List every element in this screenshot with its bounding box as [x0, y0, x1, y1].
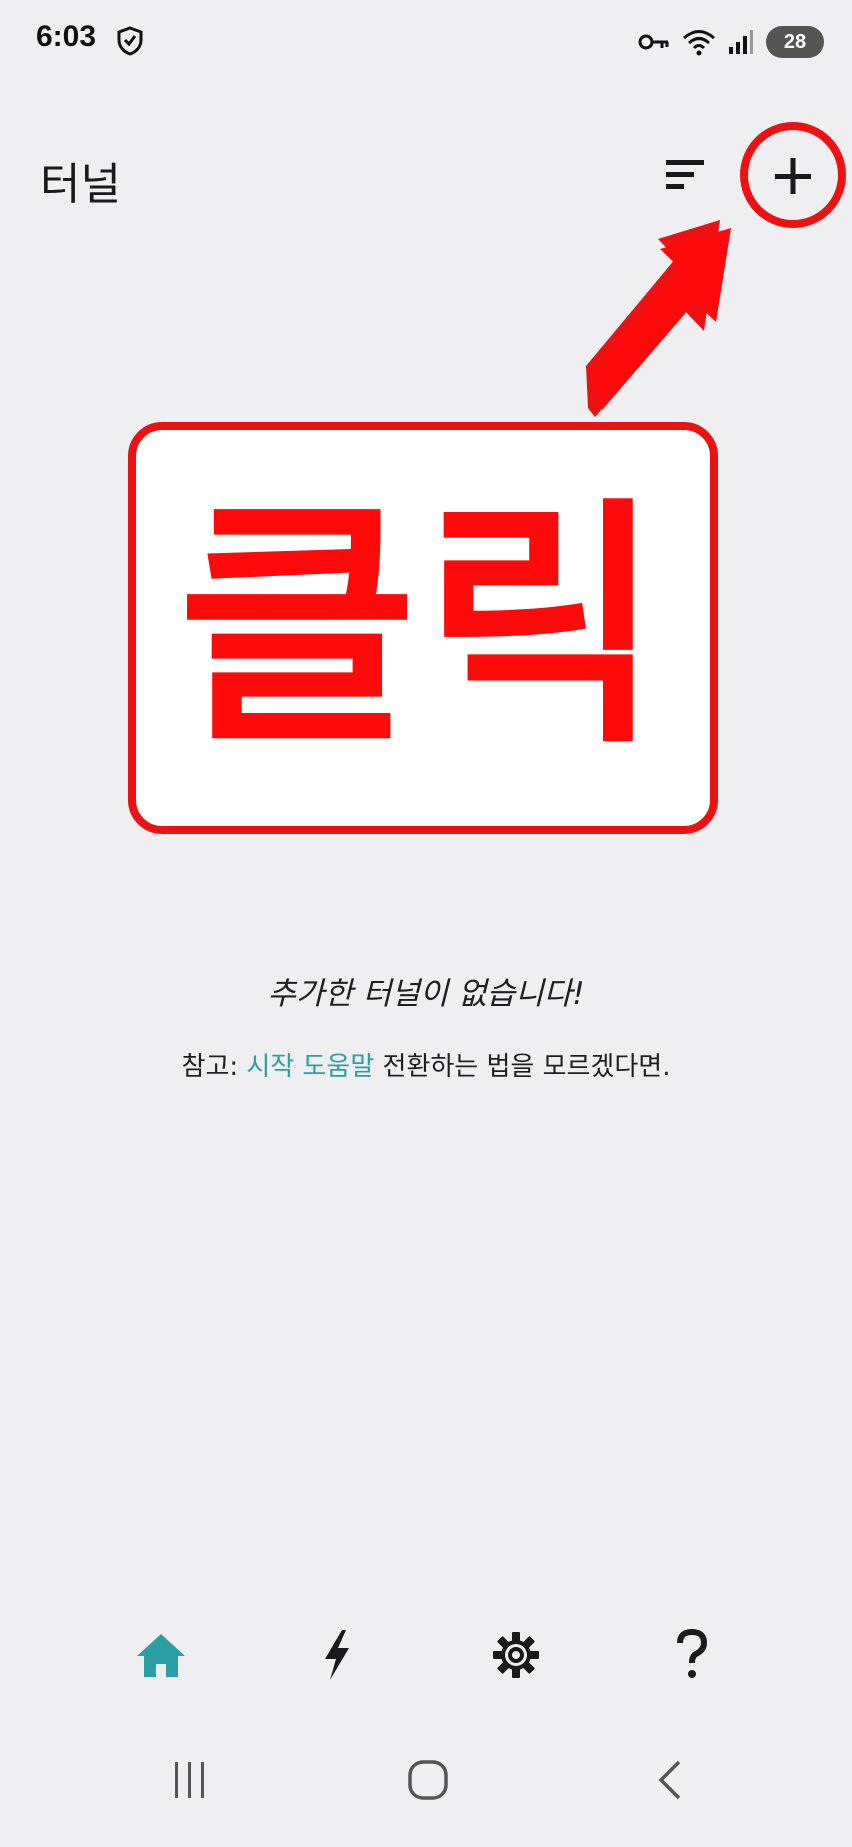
status-icons: 28 [638, 24, 824, 60]
question-icon [677, 1629, 708, 1678]
page-title: 터널 [40, 159, 121, 210]
system-home-button[interactable] [388, 1740, 468, 1820]
system-nav-bar [0, 1740, 852, 1820]
sort-button[interactable] [660, 148, 712, 200]
system-back-button[interactable] [630, 1740, 710, 1820]
battery-icon: 28 [766, 26, 824, 58]
getting-started-link[interactable]: 시작 도움말 [246, 1052, 374, 1082]
status-bar: 6:03 28 [0, 0, 852, 90]
home-icon [137, 1634, 185, 1677]
signal-icon [729, 30, 753, 54]
vpn-key-icon [638, 34, 669, 50]
home-outline-icon [408, 1760, 448, 1800]
empty-state-note: 참고: 시작 도움말 전환하는 법을 모르겠다면. [0, 1046, 852, 1083]
status-time: 6:03 [36, 20, 97, 53]
battery-level: 28 [783, 30, 807, 53]
gear-icon [493, 1632, 539, 1678]
wifi-icon [683, 30, 715, 56]
system-recents-button[interactable] [150, 1740, 230, 1820]
bottom-nav [0, 1620, 852, 1700]
note-suffix: 전환하는 법을 모르겠다면. [374, 1052, 671, 1082]
empty-state-title: 추가한 터널이 없습니다! [267, 976, 585, 1012]
nav-quick-tunnels[interactable] [297, 1620, 377, 1690]
nav-home[interactable] [121, 1620, 201, 1690]
callout-box: 클릭 [128, 422, 718, 834]
note-prefix: 참고: [181, 1052, 247, 1082]
nav-settings[interactable] [476, 1620, 556, 1690]
highlight-circle [740, 122, 846, 228]
shield-icon [117, 26, 143, 56]
nav-help[interactable] [652, 1620, 732, 1690]
bolt-icon [325, 1630, 349, 1680]
callout-text: 클릭 [177, 477, 669, 779]
sort-icon [666, 160, 704, 189]
recents-icon [175, 1762, 204, 1798]
back-icon [658, 1760, 681, 1800]
